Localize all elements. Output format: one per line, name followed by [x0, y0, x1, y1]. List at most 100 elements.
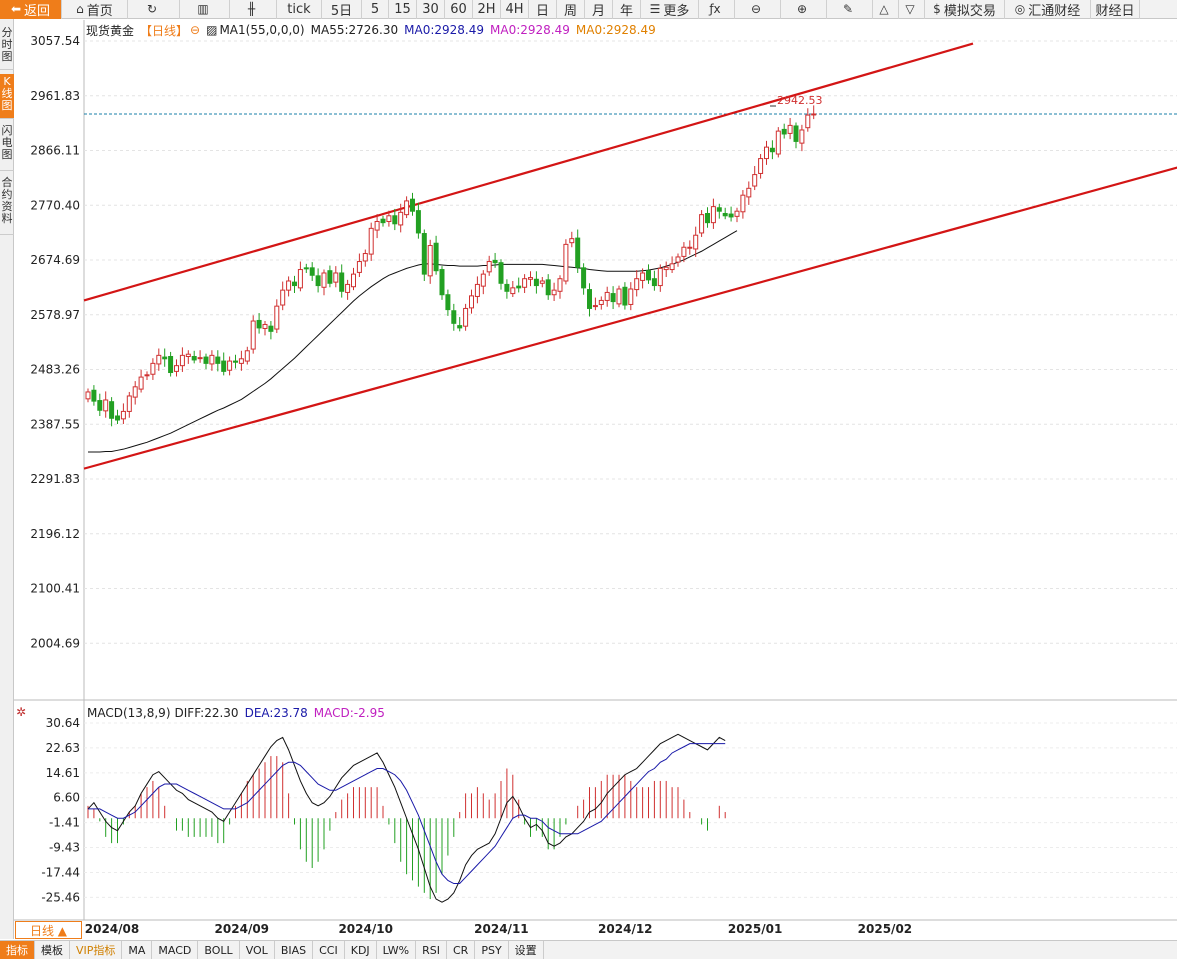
candle-body: [634, 278, 640, 291]
candle-body: [764, 146, 769, 160]
candle-body: [610, 293, 616, 303]
candle-body: [126, 395, 132, 412]
candle-body: [587, 289, 592, 309]
candle-body: [787, 124, 793, 134]
candle-body: [657, 267, 663, 287]
date-tick-label: 2025/02: [858, 922, 912, 936]
candle-body: [504, 283, 510, 292]
date-tick-label: 2024/08: [85, 922, 139, 936]
price-tick-label: 2961.83: [30, 89, 80, 103]
price-tick-label: 2196.12: [30, 527, 80, 541]
candle-body: [640, 272, 646, 281]
indicator-tab-5[interactable]: BOLL: [198, 941, 240, 959]
period-switch-label: 日线 ▲: [29, 923, 68, 938]
candle-body: [91, 389, 97, 402]
indicator-tab-3[interactable]: MA: [122, 941, 153, 959]
candle-body: [575, 237, 581, 268]
macd-header: MACD(13,8,9) DIFF:22.30 DEA:23.78 MACD:-…: [87, 705, 391, 721]
candle-body: [740, 194, 746, 213]
candle-body: [699, 214, 705, 234]
candle-body: [85, 391, 91, 400]
indicator-tab-11[interactable]: RSI: [416, 941, 447, 959]
candle-body: [646, 270, 651, 281]
candle-body: [339, 272, 345, 292]
last-price-label: 2942.53: [777, 94, 823, 107]
price-tick-label: 3057.54: [30, 34, 80, 48]
candle-body: [268, 325, 274, 332]
candle-body: [769, 147, 775, 153]
candle-body: [433, 242, 439, 272]
candle-body: [811, 113, 817, 116]
candle-body: [315, 275, 321, 287]
candle-body: [380, 218, 386, 224]
macd-tick-label: 6.60: [53, 791, 80, 805]
candle-body: [563, 243, 569, 282]
candle-body: [410, 198, 415, 212]
indicator-tab-2[interactable]: VIP指标: [70, 941, 123, 959]
candle-body: [451, 310, 457, 324]
candle-body: [693, 234, 699, 250]
candle-body: [297, 269, 303, 289]
price-tick-label: 2483.26: [30, 363, 80, 377]
crosshair-icon: ✲: [16, 705, 26, 719]
candle-body: [669, 263, 675, 271]
date-tick-label: 2024/12: [598, 922, 652, 936]
indicator-tab-10[interactable]: LW%: [377, 941, 417, 959]
indicator-tab-6[interactable]: VOL: [240, 941, 275, 959]
candle-body: [604, 291, 610, 301]
price-tick-label: 2004.69: [30, 636, 80, 650]
candle-body: [250, 320, 256, 350]
candle-body: [356, 261, 362, 273]
candle-body: [415, 210, 421, 234]
candle-body: [480, 273, 486, 287]
candle-body: [233, 360, 238, 363]
indicator-tab-13[interactable]: PSY: [475, 941, 509, 959]
candle-body: [280, 289, 286, 306]
candle-body: [675, 256, 681, 263]
indicator-tab-8[interactable]: CCI: [313, 941, 345, 959]
candle-body: [722, 212, 728, 217]
macd-tick-label: 22.63: [46, 741, 80, 755]
candle-body: [510, 287, 516, 295]
candle-body: [392, 215, 398, 225]
indicator-tab-12[interactable]: CR: [447, 941, 476, 959]
macd-name[interactable]: MACD(13,8,9): [87, 706, 171, 720]
macd-value: MACD:-2.95: [313, 706, 385, 720]
indicator-tab-9[interactable]: KDJ: [345, 941, 377, 959]
macd-dea: DEA:23.78: [244, 706, 308, 720]
candle-body: [539, 280, 545, 284]
indicator-tab-4[interactable]: MACD: [152, 941, 199, 959]
candle-body: [274, 305, 280, 330]
chart-canvas[interactable]: 3057.54 2961.83 2866.11 2770.40 2674.69 2578.…: [0, 0, 1177, 959]
macd-tick-label: 30.64: [46, 716, 80, 730]
candle-body: [174, 365, 179, 372]
candle-body: [197, 357, 203, 360]
indicator-tab-1[interactable]: 模板: [35, 941, 70, 959]
candle-body: [120, 410, 126, 420]
date-tick-label: 2024/10: [338, 922, 392, 936]
indicator-tab-0[interactable]: 指标: [0, 941, 35, 959]
candle-body: [569, 238, 575, 244]
candle-body: [439, 269, 445, 296]
candle-body: [103, 399, 109, 412]
candle-body: [244, 350, 250, 362]
indicator-tab-7[interactable]: BIAS: [275, 941, 314, 959]
price-tick-label: 2100.41: [30, 582, 80, 596]
candle-body: [592, 305, 598, 308]
period-switch-button[interactable]: 日线 ▲: [15, 921, 82, 939]
candle-body: [286, 280, 292, 291]
candle-body: [185, 353, 191, 358]
candle-body: [710, 206, 716, 224]
candle-body: [551, 289, 557, 296]
candle-body: [492, 259, 498, 264]
price-tick-label: 2770.40: [30, 198, 80, 212]
candle-body: [752, 174, 758, 187]
candle-body: [179, 354, 185, 367]
candle-body: [498, 262, 504, 284]
indicator-tab-14[interactable]: 设置: [509, 941, 544, 959]
candle-body: [404, 200, 410, 216]
candle-body: [132, 386, 138, 398]
candle-body: [793, 125, 799, 142]
candle-body: [292, 281, 297, 287]
candle-body: [398, 211, 404, 226]
